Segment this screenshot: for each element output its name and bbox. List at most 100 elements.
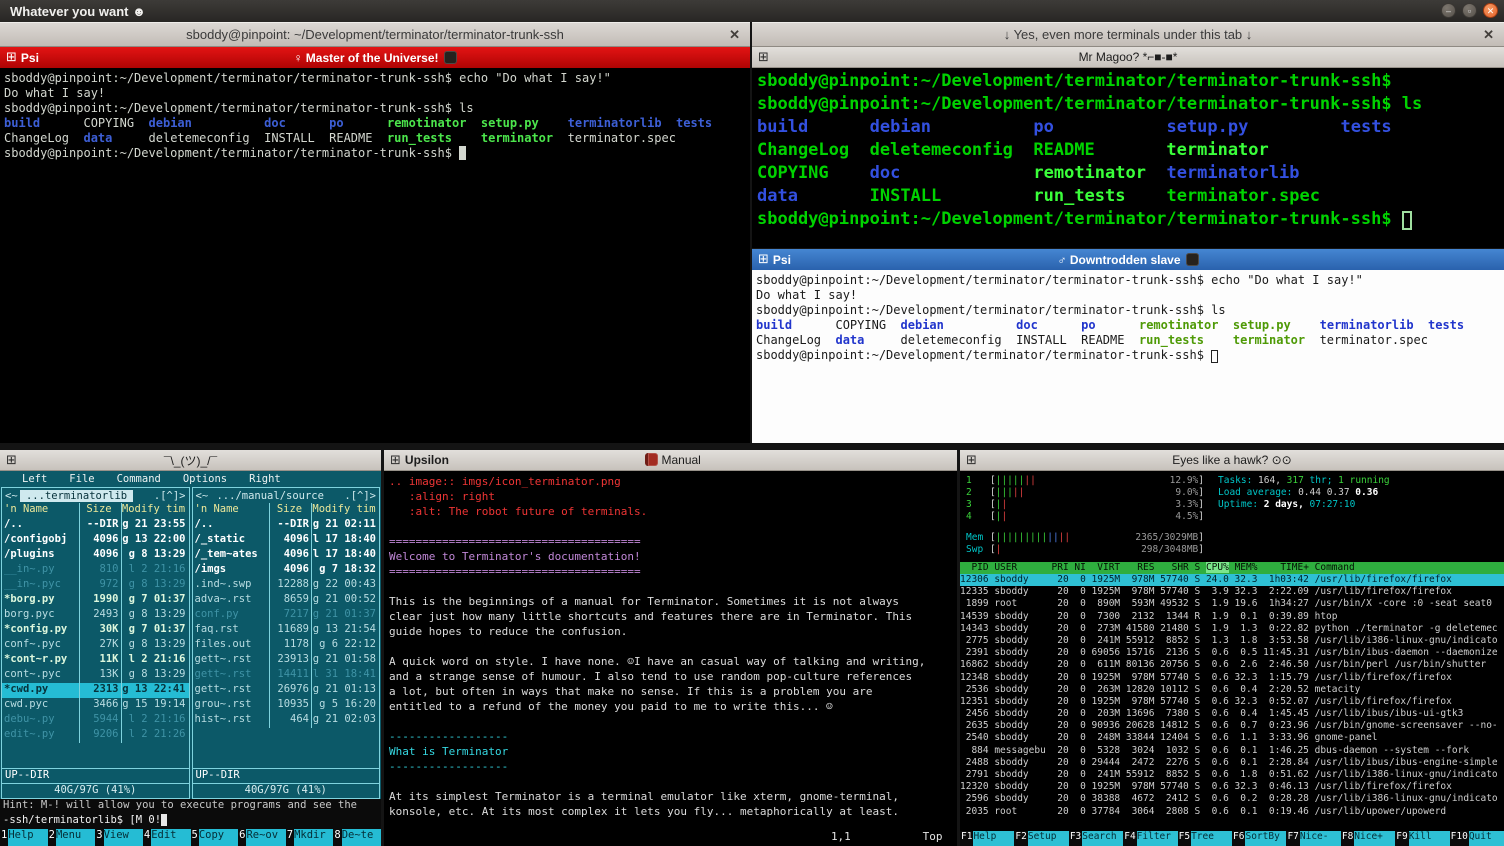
file-row[interactable]: .ind~.swp12288g 22 00:43 xyxy=(193,578,380,593)
terminal-titlebar-mc[interactable]: ⊞ ¯\_(ツ)_/¯ xyxy=(0,450,381,471)
process-row[interactable]: 2791 sboddy 20 0 241M 55912 8852 S 0.6 1… xyxy=(960,769,1504,781)
left-window-titlebar[interactable]: sboddy@pinpoint: ~/Development/terminato… xyxy=(0,22,750,47)
menu-left[interactable]: Left xyxy=(22,473,47,485)
file-row[interactable]: __in~.py810l 2 21:16 xyxy=(2,563,189,578)
mc-screen[interactable]: Left File Command Options Right <~ ...termin… xyxy=(0,471,381,846)
process-row[interactable]: 1899 root 20 0 890M 593M 49532 S 1.9 19.… xyxy=(960,598,1504,610)
process-row[interactable]: 12320 sboddy 20 0 1925M 978M 57740 S 0.6… xyxy=(960,781,1504,793)
file-row[interactable]: files.out1178g 6 22:12 xyxy=(193,638,380,653)
fkey-button[interactable]: F8Nice+ xyxy=(1341,831,1395,846)
mc-column-headers[interactable]: 'n Name Size Modify tim xyxy=(2,503,189,518)
process-row[interactable]: 2488 sboddy 20 0 29444 2472 2276 S 0.6 0… xyxy=(960,757,1504,769)
group-button[interactable]: ⊞ xyxy=(0,454,23,467)
file-row[interactable]: cwd.pyc3466g 15 19:14 xyxy=(2,698,189,713)
process-row[interactable]: 2540 sboddy 20 0 248M 33844 12404 S 0.6 … xyxy=(960,732,1504,744)
fkey-button[interactable]: 6Re~ov xyxy=(238,829,286,846)
file-row[interactable]: conf~.pyc27Kg 8 13:29 xyxy=(2,638,189,653)
close-icon[interactable]: ✕ xyxy=(729,27,740,43)
fkey-button[interactable]: F4Filter xyxy=(1123,831,1177,846)
fkey-button[interactable]: 1Help xyxy=(0,829,48,846)
file-row[interactable]: grou~.rst10935g 5 16:20 xyxy=(193,698,380,713)
terminal-screen-master[interactable]: sboddy@pinpoint:~/Development/terminator… xyxy=(0,68,750,443)
right-window-titlebar[interactable]: ↓ Yes, even more terminals under this ta… xyxy=(752,22,1504,47)
mc-column-headers[interactable]: 'n Name Size Modify tim xyxy=(193,503,380,518)
fkey-button[interactable]: F1Help xyxy=(960,831,1014,846)
group-button[interactable]: ⊞ Psi xyxy=(0,51,45,65)
file-row[interactable]: conf.py7217g 21 01:37 xyxy=(193,608,380,623)
file-row[interactable]: *config.py30Kg 7 01:37 xyxy=(2,623,189,638)
file-row[interactable]: gett~.rst23913g 21 01:58 xyxy=(193,653,380,668)
file-row[interactable]: /..--DIRg 21 23:55 xyxy=(2,518,189,533)
process-row[interactable]: 2456 sboddy 20 0 203M 13696 7380 S 0.6 0… xyxy=(960,708,1504,720)
file-row[interactable]: gett~.rst26976g 21 01:13 xyxy=(193,683,380,698)
fkey-button[interactable]: 3View xyxy=(95,829,143,846)
group-button[interactable]: ⊞ Psi xyxy=(752,253,797,267)
menu-right[interactable]: Right xyxy=(249,473,281,485)
terminal-titlebar-vim[interactable]: ⊞ Upsilon Manual xyxy=(384,450,957,471)
process-row[interactable]: 2635 sboddy 20 0 90936 20628 14812 S 0.6… xyxy=(960,720,1504,732)
terminal-screen-slave[interactable]: sboddy@pinpoint:~/Development/terminator… xyxy=(752,270,1504,443)
file-row[interactable]: adva~.rst8659g 21 00:52 xyxy=(193,593,380,608)
terminal-titlebar-magoo[interactable]: ⊞ Mr Magoo? *⌐■-■* xyxy=(752,47,1504,68)
process-row[interactable]: 2035 root 20 0 37784 3064 2808 S 0.6 0.1… xyxy=(960,806,1504,818)
htop-screen[interactable]: 1[|||||||12.9%] 2[|||||9.0%] 3[||3.3%] 4… xyxy=(960,471,1504,846)
process-row[interactable]: 12348 sboddy 20 0 1925M 978M 57740 S 0.6… xyxy=(960,672,1504,684)
fkey-button[interactable]: F7Nice- xyxy=(1286,831,1340,846)
vim-editor[interactable]: .. image:: imgs/icon_terminator.png :ali… xyxy=(384,471,957,846)
fkey-button[interactable]: F3Search xyxy=(1069,831,1123,846)
group-button[interactable]: ⊞ Upsilon xyxy=(384,453,455,467)
fkey-button[interactable]: F5Tree xyxy=(1178,831,1232,846)
process-row[interactable]: 14539 sboddy 20 0 7300 2132 1344 R 1.9 0… xyxy=(960,611,1504,623)
file-row[interactable]: /imgs4096g 7 18:32 xyxy=(193,563,380,578)
file-row[interactable]: hist~.rst464g 21 02:03 xyxy=(193,713,380,728)
file-row[interactable]: *borg.py1990g 7 01:37 xyxy=(2,593,189,608)
fkey-button[interactable]: 5Copy xyxy=(191,829,239,846)
file-row[interactable]: __in~.pyc972g 8 13:29 xyxy=(2,578,189,593)
file-row[interactable]: debu~.py5944l 2 21:16 xyxy=(2,713,189,728)
terminal-screen-magoo[interactable]: sboddy@pinpoint:~/Development/terminator… xyxy=(752,68,1504,248)
process-row[interactable]: 2775 sboddy 20 0 241M 55912 8852 S 1.3 1… xyxy=(960,635,1504,647)
fkey-button[interactable]: 4Edit xyxy=(143,829,191,846)
file-row[interactable]: /_static4096l 17 18:40 xyxy=(193,533,380,548)
terminal-titlebar-slave[interactable]: ⊞ Psi ♂ Downtrodden slave xyxy=(752,249,1504,270)
process-row[interactable]: 12351 sboddy 20 0 1925M 978M 57740 S 0.6… xyxy=(960,696,1504,708)
fkey-button[interactable]: 7Mkdir xyxy=(286,829,334,846)
file-row[interactable]: gett~.rst14411l 31 18:41 xyxy=(193,668,380,683)
file-row[interactable]: *cwd.py2313g 13 22:41 xyxy=(2,683,189,698)
process-row[interactable]: 2391 sboddy 20 0 69056 15716 2136 S 0.6 … xyxy=(960,647,1504,659)
process-row[interactable]: 16862 sboddy 20 0 611M 80136 20756 S 0.6… xyxy=(960,659,1504,671)
group-button[interactable]: ⊞ xyxy=(752,51,775,64)
htop-table-header[interactable]: PID USER PRI NI VIRT RES SHR S CPU% MEM%… xyxy=(960,562,1504,574)
fkey-button[interactable]: F10Quit xyxy=(1450,831,1504,846)
process-row[interactable]: 12306 sboddy 20 0 1925M 978M 57740 S 24.… xyxy=(960,574,1504,586)
process-row[interactable]: 12335 sboddy 20 0 1925M 978M 57740 S 3.9… xyxy=(960,586,1504,598)
mc-command-line[interactable]: -ssh/terminatorlib$ [M 0! xyxy=(0,814,381,829)
file-row[interactable]: faq.rst11689g 13 21:54 xyxy=(193,623,380,638)
menu-command[interactable]: Command xyxy=(117,473,161,485)
fkey-button[interactable]: F9Kill xyxy=(1395,831,1449,846)
file-row[interactable]: /_tem~ates4096l 17 18:40 xyxy=(193,548,380,563)
file-row[interactable]: /plugins4096g 8 13:29 xyxy=(2,548,189,563)
file-row[interactable]: borg.pyc2493g 8 13:29 xyxy=(2,608,189,623)
process-row[interactable]: 14343 sboddy 20 0 273M 41580 21480 S 1.9… xyxy=(960,623,1504,635)
file-row[interactable]: cont~.pyc13Kg 8 13:29 xyxy=(2,668,189,683)
file-row[interactable]: edit~.py9206l 2 21:26 xyxy=(2,728,189,743)
maximize-button[interactable]: ▫ xyxy=(1462,3,1477,18)
process-row[interactable]: 884 messagebu 20 0 5328 3024 1032 S 0.6 … xyxy=(960,745,1504,757)
minimize-button[interactable]: – xyxy=(1441,3,1456,18)
menu-options[interactable]: Options xyxy=(183,473,227,485)
fkey-button[interactable]: F2Setup xyxy=(1014,831,1068,846)
close-button[interactable]: ✕ xyxy=(1483,3,1498,18)
menu-file[interactable]: File xyxy=(69,473,94,485)
process-row[interactable]: 2596 sboddy 20 0 38388 4672 2412 S 0.6 0… xyxy=(960,793,1504,805)
file-row[interactable]: /configobj4096g 13 22:00 xyxy=(2,533,189,548)
file-row[interactable]: /..--DIRg 21 02:11 xyxy=(193,518,380,533)
close-icon[interactable]: ✕ xyxy=(1483,27,1494,43)
group-button[interactable]: ⊞ xyxy=(960,454,983,467)
mc-left-path[interactable]: <~ ...terminatorlib .[^]> xyxy=(2,488,189,503)
terminal-titlebar-htop[interactable]: ⊞ Eyes like a hawk? ⊙⊙ xyxy=(960,450,1504,471)
fkey-button[interactable]: 2Menu xyxy=(48,829,96,846)
terminal-titlebar-master[interactable]: ⊞ Psi ♀ Master of the Universe! xyxy=(0,47,750,68)
file-row[interactable]: *cont~r.py11Kl 2 21:16 xyxy=(2,653,189,668)
fkey-button[interactable]: F6SortBy xyxy=(1232,831,1286,846)
